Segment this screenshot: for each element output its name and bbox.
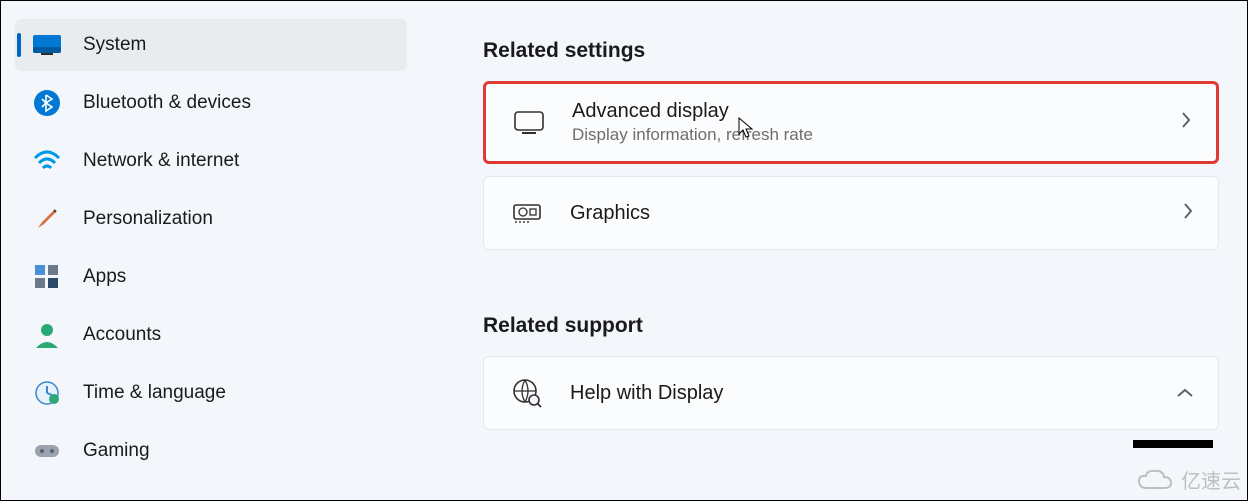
monitor-icon — [514, 108, 544, 138]
sidebar-item-label: System — [83, 34, 146, 56]
apps-icon — [33, 263, 61, 291]
sidebar-item-apps[interactable]: Apps — [15, 251, 407, 303]
card-title: Help with Display — [570, 382, 1176, 405]
bluetooth-icon — [33, 89, 61, 117]
sidebar-item-bluetooth[interactable]: Bluetooth & devices — [15, 77, 407, 129]
sidebar-item-network[interactable]: Network & internet — [15, 135, 407, 187]
watermark-text: 亿速云 — [1181, 465, 1241, 494]
sidebar-nav: System Bluetooth & devices Network & int… — [1, 1, 421, 500]
related-settings-heading: Related settings — [483, 39, 1219, 63]
gamepad-icon — [33, 437, 61, 465]
redaction-bar — [1133, 440, 1213, 448]
card-title: Graphics — [570, 202, 1182, 225]
help-with-display-card[interactable]: Help with Display — [483, 356, 1219, 430]
sidebar-item-system[interactable]: System — [15, 19, 407, 71]
paintbrush-icon — [33, 205, 61, 233]
sidebar-item-personalization[interactable]: Personalization — [15, 193, 407, 245]
sidebar-item-label: Time & language — [83, 382, 226, 404]
sidebar-item-label: Network & internet — [83, 150, 239, 172]
person-icon — [33, 321, 61, 349]
sidebar-item-gaming[interactable]: Gaming — [15, 425, 407, 477]
sidebar-item-time-language[interactable]: Time & language — [15, 367, 407, 419]
sidebar-item-label: Bluetooth & devices — [83, 92, 251, 114]
sidebar-item-label: Personalization — [83, 208, 213, 230]
watermark: 亿速云 — [1137, 465, 1241, 494]
sidebar-item-label: Accounts — [83, 324, 161, 346]
main-content: Related settings Advanced display Displa… — [421, 1, 1247, 500]
advanced-display-card[interactable]: Advanced display Display information, re… — [483, 81, 1219, 164]
card-subtitle: Display information, refresh rate — [572, 125, 1180, 145]
graphics-card[interactable]: Graphics — [483, 176, 1219, 250]
display-icon — [33, 31, 61, 59]
chevron-up-icon — [1176, 383, 1194, 404]
globe-search-icon — [512, 378, 542, 408]
gpu-icon — [512, 198, 542, 228]
sidebar-item-accounts[interactable]: Accounts — [15, 309, 407, 361]
clock-icon — [33, 379, 61, 407]
sidebar-item-label: Apps — [83, 266, 126, 288]
cloud-icon — [1137, 468, 1173, 492]
chevron-right-icon — [1182, 202, 1194, 225]
wifi-icon — [33, 147, 61, 175]
sidebar-item-label: Gaming — [83, 440, 150, 462]
chevron-right-icon — [1180, 111, 1192, 134]
card-title: Advanced display — [572, 100, 1180, 123]
related-support-heading: Related support — [483, 314, 1219, 338]
